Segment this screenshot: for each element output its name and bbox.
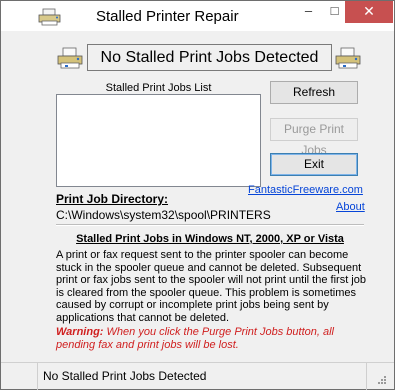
status-banner: No Stalled Print Jobs Detected [87, 44, 332, 71]
resize-grip-icon[interactable] [373, 373, 387, 387]
maximize-button[interactable]: □ [321, 1, 348, 23]
info-heading: Stalled Print Jobs in Windows NT, 2000, … [76, 233, 344, 245]
jobs-list-label: Stalled Print Jobs List [105, 82, 212, 94]
purge-print-jobs-button[interactable]: Purge Print Jobs [270, 118, 358, 157]
status-bar-panel: No Stalled Print Jobs Detected [37, 363, 367, 390]
app-window: Stalled Printer Repair – □ ✕ No Stalled … [0, 0, 395, 390]
warning-label: Warning: [56, 326, 104, 338]
title-bar[interactable]: Stalled Printer Repair – □ ✕ [1, 1, 394, 31]
about-link[interactable]: About [336, 201, 365, 213]
printer-icon [38, 8, 61, 26]
info-body: A print or fax request sent to the print… [56, 249, 366, 324]
status-bar-text: No Stalled Print Jobs Detected [43, 369, 207, 383]
window-title: Stalled Printer Repair [96, 8, 239, 25]
print-job-directory-label: Print Job Directory: [56, 192, 169, 206]
close-button[interactable]: ✕ [345, 1, 393, 23]
minimize-button[interactable]: – [295, 1, 322, 23]
website-link[interactable]: FantasticFreeware.com [248, 184, 363, 196]
exit-button[interactable]: Exit [270, 153, 358, 176]
divider [56, 224, 364, 226]
stalled-jobs-list[interactable] [56, 94, 261, 187]
printer-icon [57, 47, 83, 69]
print-job-directory-path: C:\Windows\system32\spool\PRINTERS [56, 208, 271, 222]
status-bar: No Stalled Print Jobs Detected [1, 362, 394, 390]
printer-icon [335, 47, 361, 69]
warning-text: Warning: When you click the Purge Print … [56, 326, 366, 352]
refresh-button[interactable]: Refresh [270, 81, 358, 104]
